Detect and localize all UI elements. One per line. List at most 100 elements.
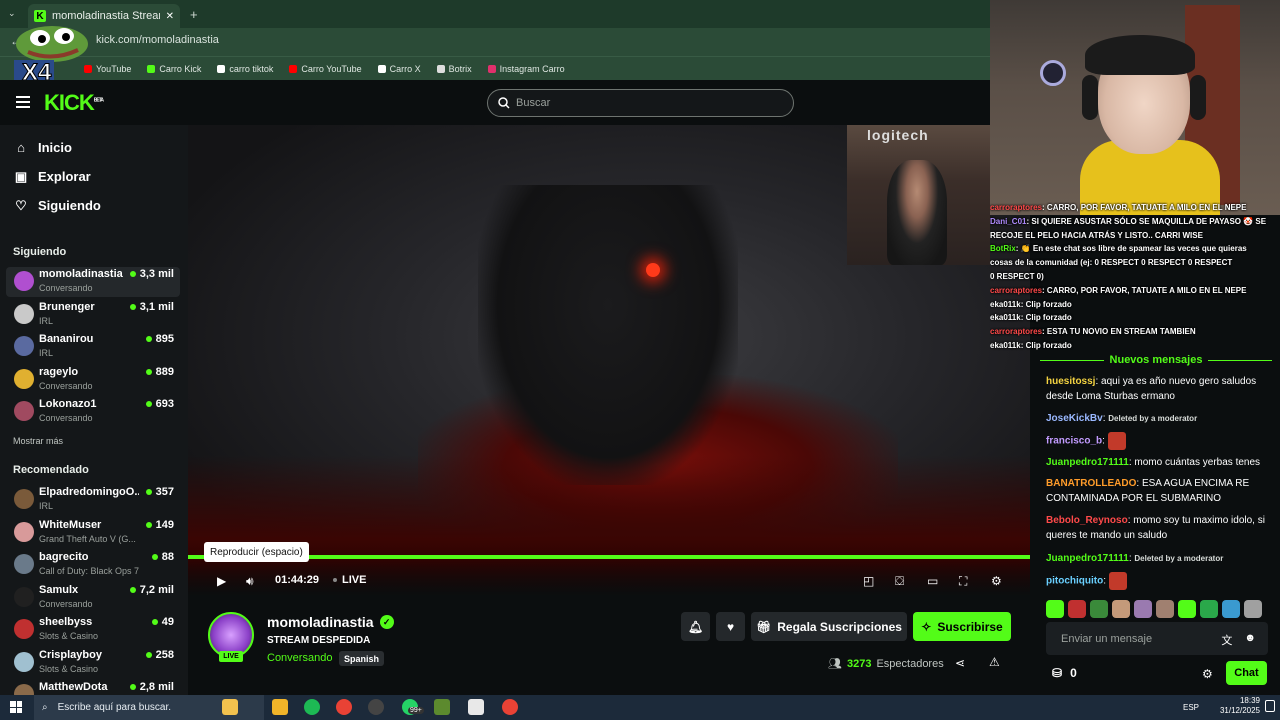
new-tab-button[interactable]: + xyxy=(190,7,198,22)
channel-row[interactable]: Lokonazo1 Conversando 693 xyxy=(6,397,180,427)
channel-row[interactable]: bagrecito Call of Duty: Black Ops 7 88 xyxy=(6,550,180,580)
channel-name: ElpadredomingoO... xyxy=(39,486,139,498)
minecraft-icon[interactable] xyxy=(434,699,450,715)
gift-subs-button[interactable]: 🎁︎ Regala Suscripciones xyxy=(751,612,907,641)
nav-inicio[interactable]: ⌂ Inicio xyxy=(14,140,72,155)
translate-icon[interactable]: 文 xyxy=(1221,632,1232,648)
system-clock[interactable]: 18:39 31/12/2025 xyxy=(1200,696,1260,716)
clip-icon[interactable]: ⛋ xyxy=(895,574,904,589)
channel-name[interactable]: momoladinastia ✓ xyxy=(267,614,394,630)
channel-row[interactable]: ElpadredomingoO... IRL 357 xyxy=(6,485,180,515)
bookmark-item[interactable]: Carro Kick xyxy=(147,64,201,74)
bookmark-item[interactable]: Botrix xyxy=(436,64,472,74)
spotify-icon[interactable] xyxy=(304,699,320,715)
chat-username[interactable]: Juanpedro171111 xyxy=(1046,457,1129,468)
bookmark-icon xyxy=(289,64,298,73)
chat-message[interactable]: Bebolo_Reynoso: momo soy tu maximo idolo… xyxy=(1046,513,1268,543)
bookmark-item[interactable]: Instagram Carro xyxy=(487,64,565,74)
chat-username[interactable]: JoseKickBv xyxy=(1046,413,1103,424)
fullscreen-icon[interactable]: ⛶ xyxy=(959,574,967,589)
chat-message[interactable]: Juanpedro171111: momo cuántas yerbas ten… xyxy=(1046,455,1268,470)
new-messages-divider[interactable]: Nuevos mensajes xyxy=(1040,352,1272,368)
file-explorer-icon[interactable] xyxy=(272,699,288,715)
chrome-icon[interactable] xyxy=(336,699,352,715)
volume-icon[interactable]: 🔊︎ xyxy=(246,574,254,589)
mini-player-icon[interactable]: ◰ xyxy=(863,574,874,588)
theater-mode-icon[interactable]: ▭ xyxy=(927,574,938,588)
channel-row[interactable]: Samulx Conversando 7,2 mil xyxy=(6,583,180,613)
channel-row[interactable]: sheelbyss Slots & Casino 49 xyxy=(6,615,180,645)
chrome-alt-icon[interactable] xyxy=(502,699,518,715)
emote-icon[interactable] xyxy=(1244,600,1262,618)
share-icon[interactable]: ⋖ xyxy=(955,656,965,670)
channel-avatar xyxy=(14,554,34,574)
emote-icon[interactable] xyxy=(1222,600,1240,618)
store-icon[interactable] xyxy=(468,699,484,715)
emote-icon[interactable] xyxy=(1068,600,1086,618)
nav-siguiendo[interactable]: ♡ Siguiendo xyxy=(14,198,101,213)
language-indicator[interactable]: ESP xyxy=(1183,703,1199,712)
chat-username[interactable]: huesitossj xyxy=(1046,376,1095,387)
settings-gear-icon[interactable]: ⚙ xyxy=(991,574,1002,588)
url-field[interactable]: kick.com/momoladinastia xyxy=(96,34,219,46)
verified-check-icon: ✓ xyxy=(379,615,394,629)
menu-icon[interactable] xyxy=(16,96,30,108)
chat-message[interactable]: pitochiquito: xyxy=(1046,572,1268,590)
progress-bar[interactable] xyxy=(188,555,1030,559)
show-more-link[interactable]: Mostrar más xyxy=(13,436,63,446)
emote-icon[interactable] xyxy=(1156,600,1174,618)
emote-icon[interactable] xyxy=(1178,600,1196,618)
chat-message[interactable]: Juanpedro171111: Deleted by a moderator xyxy=(1046,551,1268,566)
emoji-icon[interactable]: ☻ xyxy=(1244,632,1256,648)
search-input[interactable]: Buscar xyxy=(487,89,794,117)
channel-row[interactable]: momoladinastia Conversando 3,3 mil xyxy=(6,267,180,297)
chat-input[interactable]: Enviar un mensaje 文 ☻ xyxy=(1046,622,1268,655)
chat-username[interactable]: Juanpedro171111 xyxy=(1046,553,1129,564)
subscribe-button[interactable]: ✧ Suscribirse xyxy=(913,612,1011,641)
emote-icon[interactable] xyxy=(1112,600,1130,618)
chat-username[interactable]: pitochiquito xyxy=(1046,576,1103,587)
emote-icon[interactable] xyxy=(1134,600,1152,618)
channel-name: Bananirou xyxy=(39,333,94,345)
obs-icon[interactable] xyxy=(368,699,384,715)
nav-explorar[interactable]: ▣ Explorar xyxy=(14,169,91,184)
channel-category: IRL xyxy=(39,348,54,358)
windows-start-icon[interactable] xyxy=(10,701,22,713)
emote-icon[interactable] xyxy=(1090,600,1108,618)
emote-icon[interactable] xyxy=(1200,600,1218,618)
chat-settings-icon[interactable]: ⚙ xyxy=(1202,667,1213,681)
stream-title: STREAM DESPEDIDA xyxy=(267,635,371,646)
kick-logo[interactable]: KICKBETA xyxy=(44,90,104,116)
bookmark-item[interactable]: Carro X xyxy=(377,64,421,74)
chat-send-button[interactable]: Chat xyxy=(1226,661,1267,685)
live-indicator[interactable]: LIVE xyxy=(333,574,366,586)
notifications-icon[interactable] xyxy=(1265,700,1275,712)
emote-icon[interactable] xyxy=(1046,600,1064,618)
report-icon[interactable]: ⚠ xyxy=(989,655,1000,669)
tab-list-icon[interactable]: ⌄ xyxy=(8,8,16,19)
notifications-button[interactable]: 🔔︎ xyxy=(681,612,710,641)
bookmark-item[interactable]: carro tiktok xyxy=(217,64,273,74)
chat-message[interactable]: francisco_b: xyxy=(1046,432,1268,450)
chat-username[interactable]: francisco_b xyxy=(1046,436,1102,447)
cam-sign-text: logitech xyxy=(867,127,929,143)
channel-row[interactable]: Crisplayboy Slots & Casino 258 xyxy=(6,648,180,678)
channel-row[interactable]: Bananirou IRL 895 xyxy=(6,332,180,362)
channel-row[interactable]: Brunenger IRL 3,1 mil xyxy=(6,300,180,330)
close-tab-icon[interactable]: ✕ xyxy=(166,11,174,22)
language-badge[interactable]: Spanish xyxy=(339,651,385,666)
chat-message[interactable]: BANATROLLEADO: ESA AGUA ENCIMA RE CONTAM… xyxy=(1046,476,1268,506)
stream-category[interactable]: Conversando xyxy=(267,652,332,664)
viewer-count: 49 xyxy=(161,616,174,628)
chat-username[interactable]: Bebolo_Reynoso xyxy=(1046,515,1128,526)
chat-message[interactable]: JoseKickBv: Deleted by a moderator xyxy=(1046,411,1268,426)
channel-row[interactable]: rageylo Conversando 889 xyxy=(6,365,180,395)
bookmark-item[interactable]: Carro YouTube xyxy=(289,64,362,74)
follow-button[interactable]: ♥ xyxy=(716,612,745,641)
widgets-icon[interactable] xyxy=(222,699,238,715)
play-button[interactable]: ▶ xyxy=(217,574,226,588)
channel-points[interactable]: ⛁ 0 xyxy=(1052,666,1077,680)
channel-row[interactable]: WhiteMuser Grand Theft Auto V (G... 149 xyxy=(6,518,180,548)
chat-message[interactable]: huesitossj: aqui ya es año nuevo gero sa… xyxy=(1046,374,1268,404)
chat-username[interactable]: BANATROLLEADO xyxy=(1046,478,1136,489)
